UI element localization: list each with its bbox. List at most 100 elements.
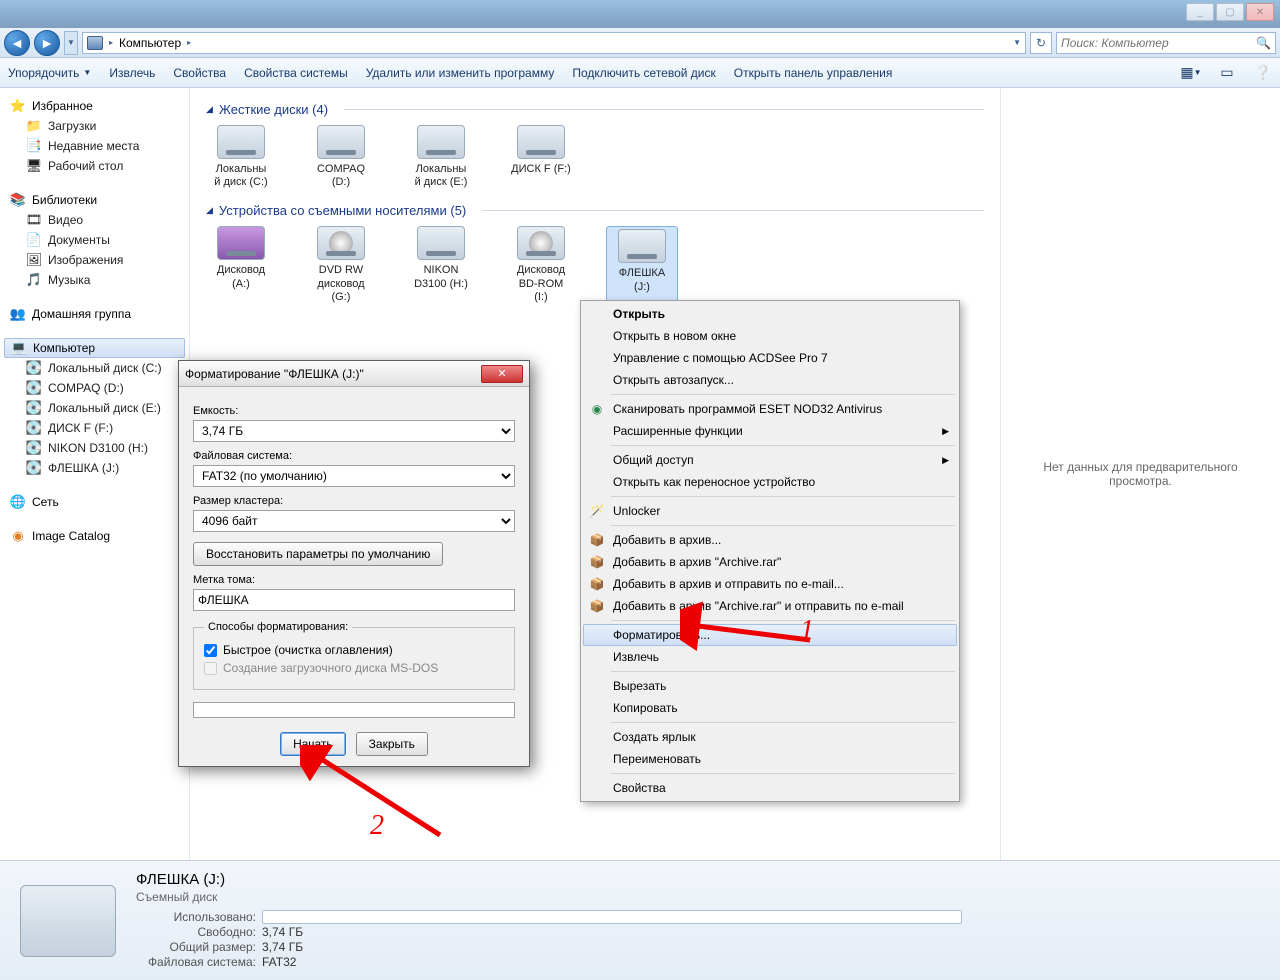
sidebar-item-documents[interactable]: 📄Документы [0,230,189,250]
image-catalog[interactable]: ◉Image Catalog [0,526,189,546]
properties-button[interactable]: Свойства [173,66,226,80]
sidebar-item-drive-j[interactable]: 💽ФЛЕШКА (J:) [0,458,189,478]
cluster-select[interactable]: 4096 байт [193,510,515,532]
extract-button[interactable]: Извлечь [109,66,155,80]
nav-forward-button[interactable]: ► [34,30,60,56]
organize-menu[interactable]: Упорядочить ▼ [8,66,91,80]
search-box[interactable]: 🔍 [1056,32,1276,54]
ctx-open-new-window[interactable]: Открыть в новом окне [583,325,957,347]
search-icon[interactable]: 🔍 [1256,36,1271,50]
window-minimize-button[interactable]: _ [1186,3,1214,21]
homegroup-icon: 👥 [10,306,26,322]
map-drive-button[interactable]: Подключить сетевой диск [572,66,715,80]
ctx-format[interactable]: Форматировать... [583,624,957,646]
drive-icon: 💽 [26,400,42,416]
document-icon: 📄 [26,232,42,248]
archive-icon: 📦 [589,532,605,548]
ctx-portable[interactable]: Открыть как переносное устройство [583,471,957,493]
sidebar-item-drive-e[interactable]: 💽Локальный диск (E:) [0,398,189,418]
capacity-select[interactable]: 3,74 ГБ [193,420,515,442]
removable-section-header[interactable]: ◢Устройства со съемными носителями (5) [206,203,984,218]
sidebar-item-desktop[interactable]: 🖥Рабочий стол [0,156,189,176]
ctx-advanced[interactable]: Расширенные функции▶ [583,420,957,442]
drive-i[interactable]: ДисководBD-ROM(I:) [506,226,576,304]
ctx-archive-rar-email[interactable]: 📦Добавить в архив "Archive.rar" и отправ… [583,595,957,617]
ctx-open[interactable]: Открыть [583,303,957,325]
control-panel-button[interactable]: Открыть панель управления [734,66,893,80]
ctx-add-archive[interactable]: 📦Добавить в архив... [583,529,957,551]
sidebar-item-drive-d[interactable]: 💽COMPAQ (D:) [0,378,189,398]
archive-icon: 📦 [589,598,605,614]
preview-pane-button[interactable]: ▭ [1218,64,1236,82]
format-progress-bar [193,702,515,718]
drive-c[interactable]: Локальный диск (C:) [206,125,276,189]
msdos-boot-checkbox[interactable]: Создание загрузочного диска MS-DOS [204,661,504,675]
ctx-share[interactable]: Общий доступ▶ [583,449,957,471]
filesystem-label: Файловая система: [193,450,515,462]
network-group[interactable]: 🌐Сеть [0,492,189,512]
ctx-autorun[interactable]: Открыть автозапуск... [583,369,957,391]
sidebar-item-music[interactable]: 🎵Музыка [0,270,189,290]
system-properties-button[interactable]: Свойства системы [244,66,348,80]
ctx-eset-scan[interactable]: ◉Сканировать программой ESET NOD32 Antiv… [583,398,957,420]
ctx-cut[interactable]: Вырезать [583,675,957,697]
network-icon: 🌐 [10,494,26,510]
computer-group[interactable]: 💻Компьютер [4,338,185,358]
drive-j[interactable]: ФЛЕШКА(J:) [606,226,678,304]
ctx-unlocker[interactable]: 🪄Unlocker [583,500,957,522]
help-button[interactable]: ❔ [1254,64,1272,82]
sidebar-item-videos[interactable]: 🎞Видео [0,210,189,230]
address-bar[interactable]: ▸ Компьютер ▸ ▼ [82,32,1026,54]
sidebar-item-downloads[interactable]: 📁Загрузки [0,116,189,136]
ctx-eject[interactable]: Извлечь [583,646,957,668]
ctx-acdsee[interactable]: Управление с помощью ACDSee Pro 7 [583,347,957,369]
dialog-close-button[interactable]: ✕ [481,365,523,383]
window-titlebar: _ ▢ ✕ [0,0,1280,28]
ctx-shortcut[interactable]: Создать ярлык [583,726,957,748]
drive-d[interactable]: COMPAQ(D:) [306,125,376,189]
sidebar-item-drive-f[interactable]: 💽ДИСК F (F:) [0,418,189,438]
address-dropdown[interactable]: ▼ [1013,38,1021,47]
ctx-add-archive-rar[interactable]: 📦Добавить в архив "Archive.rar" [583,551,957,573]
drive-h[interactable]: NIKOND3100 (H:) [406,226,476,304]
window-close-button[interactable]: ✕ [1246,3,1274,21]
view-mode-button[interactable]: ▦ ▼ [1182,64,1200,82]
search-input[interactable] [1061,36,1256,50]
favorites-group[interactable]: ⭐Избранное [0,96,189,116]
restore-defaults-button[interactable]: Восстановить параметры по умолчанию [193,542,443,566]
hdd-section-header[interactable]: ◢Жесткие диски (4) [206,102,984,117]
close-button[interactable]: Закрыть [356,732,428,756]
quick-format-checkbox[interactable]: Быстрое (очистка оглавления) [204,643,504,657]
details-pane: ФЛЕШКА (J:) Съемный диск Использовано: С… [0,860,1280,980]
dialog-titlebar[interactable]: Форматирование "ФЛЕШКА (J:)" ✕ [179,361,529,387]
sidebar-item-recent[interactable]: 📑Недавние места [0,136,189,156]
start-button[interactable]: Начать [280,732,346,756]
nav-history-dropdown[interactable]: ▼ [64,31,78,55]
refresh-button[interactable]: ↻ [1030,32,1052,54]
chevron-right-icon[interactable]: ▸ [187,38,191,47]
libraries-group[interactable]: 📚Библиотеки [0,190,189,210]
filesystem-select[interactable]: FAT32 (по умолчанию) [193,465,515,487]
ctx-archive-email[interactable]: 📦Добавить в архив и отправить по e-mail.… [583,573,957,595]
drive-g[interactable]: DVD RWдисковод(G:) [306,226,376,304]
window-maximize-button[interactable]: ▢ [1216,3,1244,21]
volume-label-label: Метка тома: [193,574,515,586]
volume-label-input[interactable] [193,589,515,611]
ctx-rename[interactable]: Переименовать [583,748,957,770]
drive-e[interactable]: Локальный диск (E:) [406,125,476,189]
breadcrumb[interactable]: Компьютер [119,36,181,50]
video-icon: 🎞 [26,212,42,228]
homegroup-group[interactable]: 👥Домашняя группа [0,304,189,324]
sidebar-item-drive-h[interactable]: 💽NIKON D3100 (H:) [0,438,189,458]
uninstall-program-button[interactable]: Удалить или изменить программу [366,66,555,80]
sidebar-item-pictures[interactable]: 🖼Изображения [0,250,189,270]
sidebar-item-drive-c[interactable]: 💽Локальный диск (C:) [0,358,189,378]
drive-a[interactable]: Дисковод(A:) [206,226,276,304]
drive-icon: 💽 [26,420,42,436]
drive-f[interactable]: ДИСК F (F:) [506,125,576,189]
picture-icon: 🖼 [26,252,42,268]
details-title: ФЛЕШКА (J:) [136,871,962,888]
nav-back-button[interactable]: ◄ [4,30,30,56]
ctx-copy[interactable]: Копировать [583,697,957,719]
ctx-properties[interactable]: Свойства [583,777,957,799]
